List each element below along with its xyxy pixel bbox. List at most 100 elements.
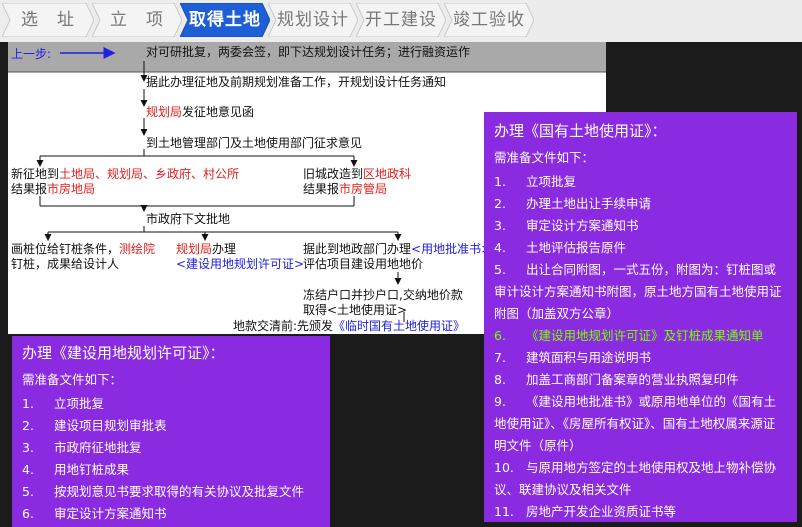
tab-construction[interactable]: 开工建设	[356, 3, 446, 37]
tab-land-acquisition[interactable]: 取得土地	[180, 3, 270, 37]
flow-text: 据此到地政部门办理	[303, 242, 412, 256]
document-item: 6. 《建设用地规划许可证》及钉桩成果通知单	[494, 325, 787, 347]
flow-permit-line2: <建设用地规划许可证>	[176, 257, 305, 271]
document-item-text: 《建设用地规划许可证》及钉桩成果通知单	[526, 328, 764, 343]
tab-label: 开工建设	[365, 10, 437, 30]
flow-permit-line1: 规划局办理	[176, 242, 236, 257]
land-use-certificate-panel: 办理《国有土地使用证》： 需准备文件如下： 1. 立项批复 2. 办理土地出让手续申请…	[484, 112, 797, 522]
document-item-text: 出让合同附图，一式五份，附图为：钉桩图或审计设计方案通知书附图，原土地方国有土地…	[494, 262, 782, 321]
document-item: 4. 土地评估报告原件	[494, 237, 787, 259]
document-item-number: 9.	[494, 394, 506, 409]
tab-label: 竣工验收	[453, 10, 525, 30]
document-item: 3. 市政府征地批复	[22, 437, 320, 459]
flow-land-office-line1: 据此到地政部门办理<用地批准书>	[303, 242, 491, 257]
flow-old-city-line1: 旧城改造到区地政科	[303, 167, 411, 182]
document-item: 4. 用地钉桩成果	[22, 459, 320, 481]
flow-new-land-line1: 新征地到土地局、规划局、乡政府、村公所	[11, 167, 239, 182]
flow-step-prepare: 据此办理征地及前期规划准备工作，开规划设计任务通知	[146, 75, 447, 89]
document-item: 1. 立项批复	[494, 171, 787, 193]
document-item-text: 审定设计方案通知书	[54, 506, 167, 521]
flow-red-text: 市房地局	[47, 182, 96, 196]
required-documents-list: 1. 立项批复 2. 建设项目规划审批表 3. 市政府征地批复 4. 用地钉桩成果 5. 按规划意…	[22, 393, 320, 525]
flow-blue-text: 《临时国有土地使用证》	[333, 319, 466, 333]
document-item-text: 立项批复	[54, 396, 105, 411]
document-item: 2. 办理土地出让手续申请	[494, 193, 787, 215]
flow-text: 画桩位给钉桩条件，	[11, 242, 120, 256]
flow-staking-line2: 钉桩，成果给设计人	[11, 257, 120, 271]
document-item-number: 6.	[494, 328, 506, 343]
flow-temp-certificate: 地款交清前:先颁发《临时国有土地使用证》	[233, 319, 465, 334]
document-item-text: 按规划意见书要求取得的有关协议及批复文件	[54, 484, 305, 499]
document-item-text: 立项批复	[526, 174, 577, 189]
document-item-text: 《建设用地批准书》或原用地单位的《国有土地使用证》、《房屋所有权证》、国有土地权…	[494, 394, 777, 453]
document-item-text: 房地产开发企业资质证书等	[526, 504, 677, 519]
required-documents-list: 1. 立项批复 2. 办理土地出让手续申请 3. 审定设计方案通知书 4. 土地评估报告原件 5…	[494, 171, 787, 523]
flow-step-consult: 到土地管理部门及土地使用部门征求意见	[146, 136, 363, 150]
flow-text: 办理	[212, 242, 237, 256]
document-item-text: 加盖工商部门备案章的营业执照复印件	[526, 372, 739, 387]
flow-red-text: 区地政科	[363, 167, 412, 181]
flow-red-text: 测绘院	[119, 242, 156, 256]
document-item: 9. 《建设用地批准书》或原用地单位的《国有土地使用证》、《房屋所有权证》、国有土…	[494, 391, 787, 457]
document-item-number: 7.	[494, 350, 506, 365]
document-item-text: 审定设计方案通知书	[526, 218, 639, 233]
tab-completion-acceptance[interactable]: 竣工验收	[444, 3, 534, 37]
tab-label: 选 址	[21, 10, 75, 30]
flow-old-city-line2: 结果报市房管局	[303, 182, 387, 197]
flow-staking-line1: 画桩位给钉桩条件，测绘院	[11, 242, 155, 257]
flow-text: 结果报	[303, 182, 340, 196]
document-item-number: 5.	[22, 484, 34, 499]
tab-label: 立 项	[110, 10, 164, 30]
document-item: 10. 与原用地方签定的土地使用权及地上物补偿协议、联建协议及相关文件	[494, 457, 787, 501]
panel-subtitle: 需准备文件如下：	[494, 150, 595, 165]
document-item: 2. 建设项目规划审批表	[22, 415, 320, 437]
document-item: 3. 审定设计方案通知书	[494, 215, 787, 237]
document-item: 8. 加盖工商部门备案章的营业执照复印件	[494, 369, 787, 391]
planning-bureau-label: 规划局	[146, 105, 183, 119]
flow-land-fee-line2: 取得<土地使用证>	[303, 303, 408, 317]
document-item: 1. 立项批复	[22, 393, 320, 415]
document-item-text: 建筑面积与用途说明书	[526, 350, 652, 365]
tab-project-approval[interactable]: 立 项	[92, 3, 182, 37]
document-item-number: 3.	[22, 440, 34, 455]
document-item-number: 3.	[494, 218, 506, 233]
document-item-text: 用地钉桩成果	[54, 462, 130, 477]
planning-permit-panel: 办理《建设用地规划许可证》： 需准备文件如下： 1. 立项批复 2. 建设项目规划审批…	[12, 336, 330, 527]
document-item-number: 5.	[494, 262, 506, 277]
document-item-text: 与原用地方签定的土地使用权及地上物补偿协议、联建协议及相关文件	[494, 460, 777, 497]
document-item-text: 办理土地出让手续申请	[526, 196, 652, 211]
panel-subtitle: 需准备文件如下：	[22, 372, 123, 387]
flow-text: 地款交清前:先颁发	[233, 319, 334, 333]
flow-land-office-line2: 评估项目建设用地地价	[303, 257, 424, 271]
flow-red-text: 市房管局	[339, 182, 388, 196]
document-item-number: 1.	[22, 396, 34, 411]
document-item-number: 11.	[494, 504, 514, 519]
process-tab-bar: 选 址 立 项 取得土地 规划设计 开工建设 竣工验收	[0, 0, 802, 42]
document-item: 6. 审定设计方案通知书	[22, 503, 320, 525]
document-item-number: 1.	[494, 174, 506, 189]
document-item: 7. 建筑面积与用途说明书	[494, 347, 787, 369]
document-item-number: 4.	[494, 240, 506, 255]
document-item: 5. 按规划意见书要求取得的有关协议及批复文件	[22, 481, 320, 503]
flow-header-text: 对可研批复，两委会签，即下达规划设计任务；进行融资运作	[146, 45, 471, 59]
prev-step-link[interactable]: 上一步:	[11, 45, 51, 62]
tab-planning-design[interactable]: 规划设计	[268, 3, 358, 37]
tab-site-selection[interactable]: 选 址	[2, 3, 94, 37]
flow-step-gov-approval: 市政府下文批地	[146, 212, 231, 226]
document-item-number: 2.	[494, 196, 506, 211]
tab-label: 取得土地	[189, 10, 261, 30]
document-item-text: 市政府征地批复	[54, 440, 142, 455]
flow-text: 旧城改造到	[303, 167, 364, 181]
flow-text: 结果报	[11, 182, 48, 196]
tab-label: 规划设计	[277, 10, 349, 30]
panel-title: 办理《国有土地使用证》：	[494, 122, 667, 140]
document-item-number: 10.	[494, 460, 514, 475]
flow-text: 新征地到	[11, 167, 60, 181]
panel-title: 办理《建设用地规划许可证》：	[22, 344, 225, 362]
document-item-number: 2.	[22, 418, 34, 433]
flow-red-text: 规划局	[176, 242, 213, 256]
flow-land-fee-line1: 冻结户口并抄户口,交纳地价款	[303, 288, 463, 302]
document-item-text: 土地评估报告原件	[526, 240, 627, 255]
flow-red-text: 土地局、规划局、乡政府、村公所	[59, 167, 240, 181]
flow-step-planning-bureau: 规划局发征地意见函	[146, 105, 254, 120]
